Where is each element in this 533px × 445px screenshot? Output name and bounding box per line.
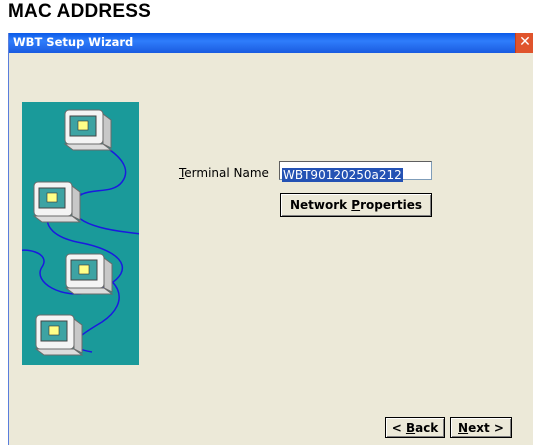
close-icon[interactable]: ✕	[515, 33, 533, 53]
wizard-window: WBT Setup Wizard ✕ Terminal Name WBT9012…	[8, 33, 533, 445]
network-properties-button[interactable]: Network Properties	[280, 193, 432, 217]
titlebar[interactable]: WBT Setup Wizard ✕	[9, 33, 533, 53]
page-heading: MAC ADDRESS	[8, 1, 151, 22]
computer-icon	[32, 181, 82, 223]
next-button[interactable]: Next >	[450, 417, 512, 438]
computer-icon	[64, 253, 114, 295]
network-diagram-icon	[16, 109, 143, 356]
next-label-accel: N	[458, 420, 469, 435]
terminal-name-label-rest: erminal Name	[184, 166, 269, 180]
network-properties-label-accel: P	[351, 198, 361, 212]
network-illustration	[16, 102, 143, 365]
terminal-name-value: WBT90120250a212	[282, 168, 403, 182]
computer-icon	[34, 314, 84, 356]
computer-icon	[63, 109, 113, 151]
back-button[interactable]: < Back	[385, 417, 445, 438]
window-title: WBT Setup Wizard	[13, 35, 134, 49]
wizard-client-area: Terminal Name WBT90120250a212 Network Pr…	[9, 53, 533, 445]
back-label-post: ack	[415, 420, 439, 435]
next-label-post: ext >	[468, 420, 504, 435]
network-properties-label-pre: Network	[289, 198, 352, 212]
back-label-pre: <	[391, 420, 406, 435]
network-properties-label-post: roperties	[360, 198, 423, 212]
terminal-name-label: Terminal Name	[179, 166, 269, 180]
back-label-accel: B	[405, 420, 416, 435]
terminal-name-input[interactable]: WBT90120250a212	[279, 161, 432, 182]
